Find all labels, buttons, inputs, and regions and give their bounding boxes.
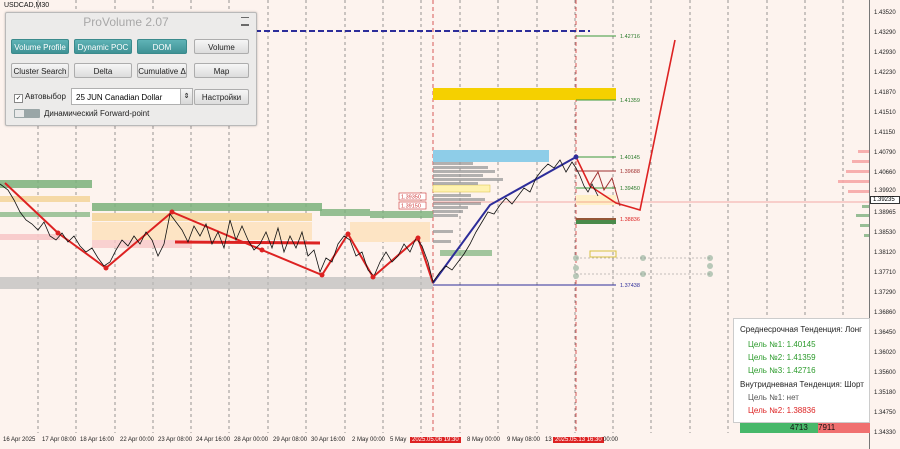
- time-tick: 9 May 08:00: [507, 437, 541, 443]
- sell-volume-value: 7911: [818, 423, 836, 432]
- volume-button[interactable]: Volume: [194, 39, 249, 54]
- panel-title: ProVolume 2.07: [83, 15, 169, 29]
- time-axis[interactable]: 16 Apr 2025 17 Apr 08:00 18 Apr 16:00 22…: [0, 433, 870, 449]
- price-tick: 1.41150: [874, 130, 896, 136]
- delta-button[interactable]: Delta: [74, 63, 132, 78]
- volume-balance-bar: 4713 7911: [740, 423, 870, 433]
- price-tick: 1.36450: [874, 330, 896, 336]
- checkmark-icon: ✓: [14, 94, 23, 103]
- buy-volume-value: 4713: [790, 423, 808, 432]
- time-tick: 00:00: [603, 437, 619, 443]
- forward-point-label: Динамический Forward-point: [44, 109, 150, 118]
- cluster-search-button[interactable]: Cluster Search: [11, 63, 69, 78]
- symbol-label: USDCAD,M30: [4, 2, 50, 9]
- price-tick: 1.37290: [874, 290, 896, 296]
- intraday-target-1-row: Цель №1: нет: [748, 393, 799, 402]
- price-tick: 1.40660: [874, 170, 896, 176]
- svg-text:1.39688: 1.39688: [620, 169, 640, 175]
- time-tick: 24 Apr 16:00: [196, 437, 231, 443]
- settings-button[interactable]: Настройки: [194, 89, 249, 105]
- price-tick: 1.38120: [874, 250, 896, 256]
- price-tick: 1.36020: [874, 350, 896, 356]
- selected-time-tag: 2025.05.13 16:30: [553, 437, 604, 443]
- dynamic-poc-button[interactable]: Dynamic POC: [74, 39, 132, 54]
- svg-text:1.39350: 1.39350: [401, 195, 421, 201]
- price-tick: 1.35600: [874, 370, 896, 376]
- time-tick: 16 Apr 2025: [3, 437, 36, 443]
- price-tick: 1.39920: [874, 188, 896, 194]
- medium-trend-title: Среднесрочная Тенденция: Лонг: [740, 325, 863, 334]
- instrument-value: 25 JUN Canadian Dollar: [76, 93, 163, 102]
- price-tick: 1.34330: [874, 430, 896, 436]
- current-price-tag: 1.39235: [870, 196, 900, 204]
- map-button[interactable]: Map: [194, 63, 249, 78]
- spinner-icon[interactable]: ⇕: [180, 89, 192, 104]
- svg-text:1.39450: 1.39450: [620, 186, 640, 192]
- time-tick: 29 Apr 08:00: [273, 437, 308, 443]
- forward-point-toggle[interactable]: [14, 109, 40, 118]
- price-tick: 1.35180: [874, 390, 896, 396]
- time-tick: 2 May 00:00: [352, 437, 386, 443]
- gray-dots: [573, 255, 713, 279]
- time-tick: 30 Apr 16:00: [311, 437, 346, 443]
- provolume-panel[interactable]: ProVolume 2.07 Volume Profile Dynamic PO…: [5, 12, 257, 126]
- intraday-target-2-row: Цель №2: 1.38836: [748, 406, 816, 415]
- auto-select-checkbox[interactable]: ✓ Автовыбор: [14, 92, 66, 103]
- price-tick: 1.36860: [874, 310, 896, 316]
- cumulative-delta-button[interactable]: Cumulative Δ: [137, 63, 187, 78]
- time-tick: 22 Apr 00:00: [120, 437, 155, 443]
- dom-button[interactable]: DOM: [137, 39, 187, 54]
- intraday-trend-title: Внутридневная Тенденция: Шорт: [740, 380, 864, 389]
- time-tick: 18 Apr 16:00: [80, 437, 115, 443]
- time-tick: 5 May: [390, 437, 407, 443]
- price-tick: 1.38530: [874, 230, 896, 236]
- time-tick: 17 Apr 08:00: [42, 437, 77, 443]
- instrument-select[interactable]: 25 JUN Canadian Dollar ⇕: [71, 88, 193, 105]
- target-2-row: Цель №2: 1.41359: [748, 353, 816, 362]
- price-axis[interactable]: 1.43520 1.43290 1.42930 1.42230 1.41870 …: [869, 0, 900, 449]
- blue-peak-marker: [573, 154, 579, 160]
- svg-text:1.39150: 1.39150: [401, 204, 421, 210]
- target-1-row: Цель №1: 1.40145: [748, 340, 816, 349]
- time-tick: 13: [545, 437, 552, 443]
- price-tick: 1.43290: [874, 30, 896, 36]
- time-tick: 8 May 00:00: [467, 437, 501, 443]
- auto-select-label: Автовыбор: [25, 92, 66, 101]
- price-tick: 1.42230: [874, 70, 896, 76]
- price-tick: 1.34750: [874, 410, 896, 416]
- toggle-knob: [15, 110, 24, 117]
- price-tick: 1.40790: [874, 150, 896, 156]
- time-tick: 28 Apr 00:00: [234, 437, 269, 443]
- price-tick: 1.42930: [874, 50, 896, 56]
- target-3-row: Цель №3: 1.42716: [748, 366, 816, 375]
- price-tick: 1.37710: [874, 270, 896, 276]
- svg-text:1.37438: 1.37438: [620, 283, 640, 289]
- minimize-icon[interactable]: [241, 17, 249, 26]
- volume-profile-button[interactable]: Volume Profile: [11, 39, 69, 54]
- time-tick: 23 Apr 08:00: [158, 437, 193, 443]
- svg-text:1.40145: 1.40145: [620, 155, 640, 161]
- svg-text:1.38836: 1.38836: [620, 217, 640, 223]
- price-tick: 1.38965: [874, 210, 896, 216]
- gray-zone: [0, 277, 433, 289]
- svg-text:1.41359: 1.41359: [620, 98, 640, 104]
- trend-info-box: Среднесрочная Тенденция: Лонг Цель №1: 1…: [733, 318, 870, 423]
- yellow-box-small: [589, 250, 617, 258]
- right-profile-green: [856, 205, 870, 237]
- price-tick: 1.41510: [874, 110, 896, 116]
- price-tick: 1.43520: [874, 10, 896, 16]
- svg-text:1.42716: 1.42716: [620, 34, 640, 40]
- selected-time-tag: 2025.05.06 19:30: [410, 437, 461, 443]
- price-tick: 1.41870: [874, 90, 896, 96]
